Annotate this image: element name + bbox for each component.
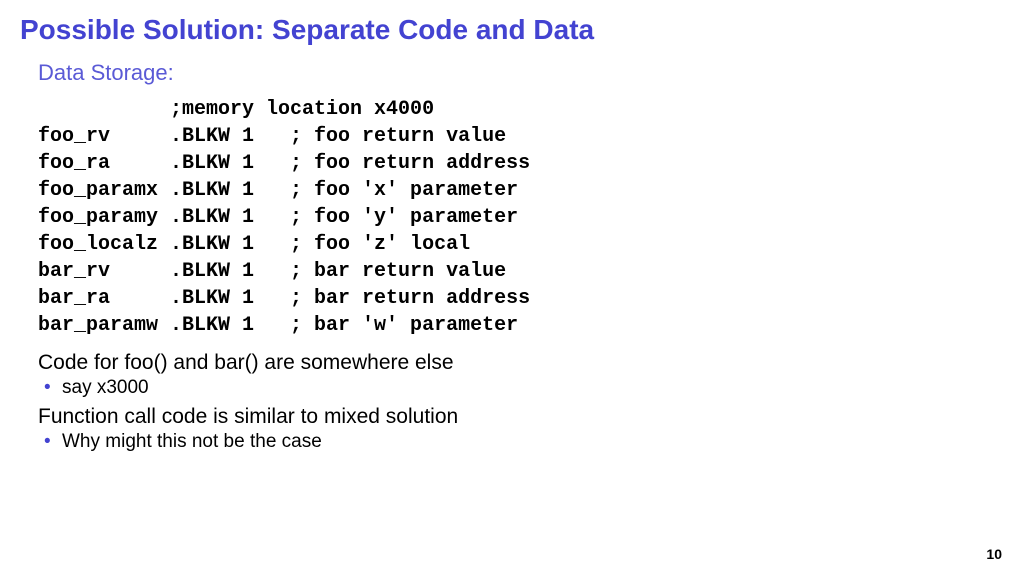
bullet-list: Why might this not be the case bbox=[44, 431, 1004, 453]
code-block: ;memory location x4000 foo_rv .BLKW 1 ; … bbox=[38, 96, 1004, 339]
list-item: say x3000 bbox=[44, 377, 1004, 399]
slide-title: Possible Solution: Separate Code and Dat… bbox=[20, 14, 1004, 46]
section-heading: Data Storage: bbox=[38, 60, 1004, 86]
bullet-list: say x3000 bbox=[44, 377, 1004, 399]
page-number: 10 bbox=[986, 546, 1002, 562]
list-item: Why might this not be the case bbox=[44, 431, 1004, 453]
body-text: Function call code is similar to mixed s… bbox=[38, 405, 1004, 429]
slide: Possible Solution: Separate Code and Dat… bbox=[0, 0, 1024, 576]
body-text: Code for foo() and bar() are somewhere e… bbox=[38, 351, 1004, 375]
